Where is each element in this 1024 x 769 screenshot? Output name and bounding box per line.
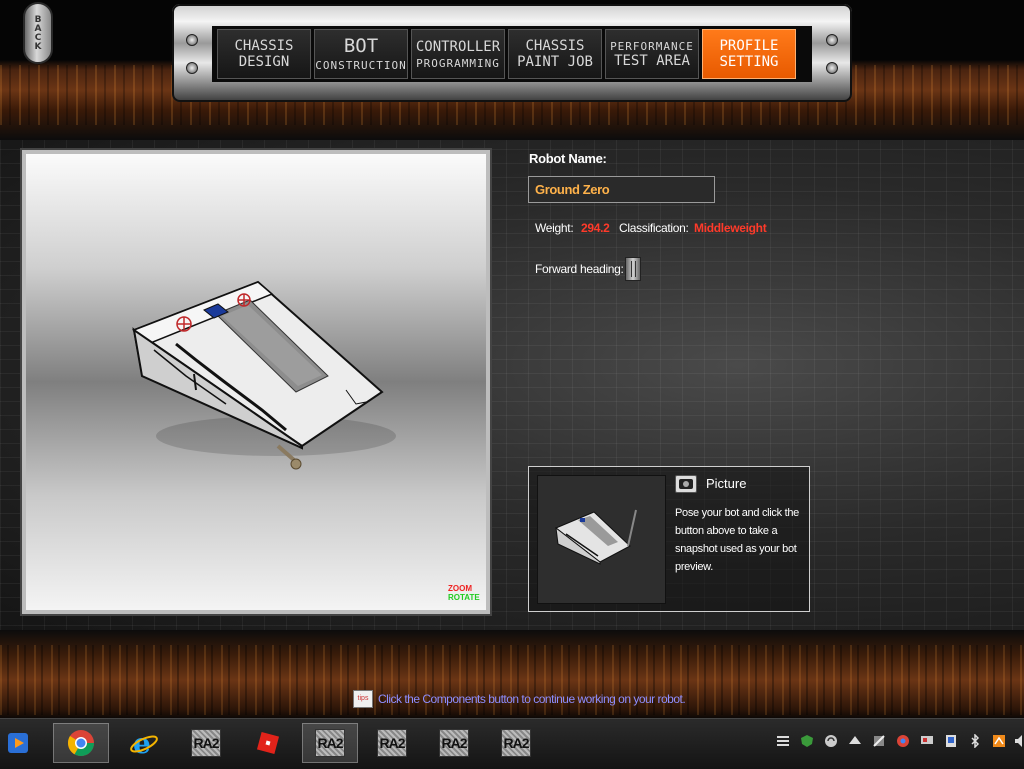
camera-icon[interactable] — [675, 475, 697, 493]
tab-line-2: SETTING — [719, 54, 779, 70]
volume-icon[interactable] — [1014, 734, 1024, 748]
tray-display-icon[interactable] — [920, 734, 934, 748]
robot-snapshot-thumbnail — [537, 475, 666, 604]
ra2-app-icon[interactable]: RA2 — [364, 723, 420, 763]
ra2-app-icon[interactable]: RA2 — [178, 723, 234, 763]
bluetooth-icon[interactable] — [968, 734, 982, 748]
tab-line-2: PAINT JOB — [517, 54, 593, 70]
zoom-label: ZOOM — [448, 584, 472, 593]
tab-profile-setting[interactable]: PROFILE SETTING — [702, 29, 796, 79]
chrome-icon[interactable] — [53, 723, 109, 763]
forward-heading-knob[interactable] — [625, 257, 641, 281]
tray-chrome-icon[interactable] — [896, 734, 910, 748]
ra2-app-icon[interactable]: RA2 — [488, 723, 544, 763]
weight-label: Weight: — [535, 221, 574, 235]
tab-controller-programming[interactable]: CONTROLLER PROGRAMMING — [411, 29, 505, 79]
tab-line-1: PERFORMANCE — [610, 39, 694, 53]
zoom-rotate-legend: ZOOM ROTATE — [448, 584, 480, 602]
tab-bot-construction[interactable]: BOT CONSTRUCTION — [314, 29, 408, 79]
back-button[interactable]: BACK — [23, 2, 53, 64]
internet-explorer-icon[interactable]: e — [116, 723, 172, 763]
tray-security-icon[interactable] — [800, 734, 814, 748]
tray-tools-icon[interactable] — [872, 734, 886, 748]
robot-3d-viewport[interactable]: ZOOM ROTATE — [20, 148, 492, 616]
tab-line-1: CONTROLLER — [415, 38, 501, 55]
tab-line-1: CHASSIS — [234, 38, 294, 54]
tray-notes-icon[interactable] — [776, 734, 790, 748]
picture-title: Picture — [706, 476, 747, 491]
ra2-label: RA2 — [439, 729, 469, 757]
tab-line-1: BOT — [343, 35, 379, 57]
bolt-icon — [186, 62, 198, 74]
tray-device-icon[interactable] — [944, 734, 958, 748]
tip-text: Click the Components button to continue … — [378, 692, 686, 706]
back-button-label: BACK — [33, 15, 43, 51]
tab-performance-test-area[interactable]: PERFORMANCE TEST AREA — [605, 29, 699, 79]
bolt-icon — [186, 34, 198, 46]
robot-name-label: Robot Name: — [529, 151, 607, 166]
tab-line-2: CONSTRUCTION — [315, 59, 407, 72]
main-navigation-bar: CHASSIS DESIGN BOT CONSTRUCTION CONTROLL… — [172, 4, 852, 102]
robot-model — [131, 280, 396, 470]
picture-panel: Picture Pose your bot and click the butt… — [528, 466, 810, 612]
bottom-background — [0, 630, 1024, 720]
rotate-label: ROTATE — [448, 593, 480, 602]
tips-icon: tips — [353, 690, 373, 708]
picture-description: Pose your bot and click the button above… — [675, 507, 799, 573]
weight-value: 294.2 — [581, 221, 610, 235]
forward-heading-label: Forward heading: — [535, 262, 624, 276]
tab-chassis-design[interactable]: CHASSIS DESIGN — [217, 29, 311, 79]
ra2-label: RA2 — [191, 729, 221, 757]
robot-name-input[interactable] — [528, 176, 715, 203]
windows-taskbar: e RA2 RA2 RA2 RA2 RA2 — [0, 718, 1024, 769]
ra2-app-icon[interactable]: RA2 — [426, 723, 482, 763]
tab-line-2: TEST AREA — [614, 52, 690, 69]
classification-label: Classification: — [619, 221, 689, 235]
bolt-icon — [826, 62, 838, 74]
classification-value: Middleweight — [694, 221, 767, 235]
tab-chassis-paint-job[interactable]: CHASSIS PAINT JOB — [508, 29, 602, 79]
ra2-label: RA2 — [315, 729, 345, 757]
nav-tab-strip: CHASSIS DESIGN BOT CONSTRUCTION CONTROLL… — [212, 26, 812, 82]
ra2-label: RA2 — [501, 729, 531, 757]
bolt-icon — [826, 34, 838, 46]
ra2-label: RA2 — [377, 729, 407, 757]
tab-line-1: PROFILE — [719, 38, 779, 54]
ra2-app-icon[interactable]: RA2 — [302, 723, 358, 763]
roblox-icon[interactable] — [240, 723, 296, 763]
tray-update-icon[interactable] — [992, 734, 1006, 748]
media-player-icon[interactable] — [0, 723, 38, 763]
tab-line-2: DESIGN — [238, 54, 290, 70]
tab-line-2: PROGRAMMING — [416, 56, 500, 70]
tab-line-1: CHASSIS — [525, 38, 585, 54]
tray-sync-icon[interactable] — [824, 734, 838, 748]
tray-network-icon[interactable] — [848, 734, 862, 748]
